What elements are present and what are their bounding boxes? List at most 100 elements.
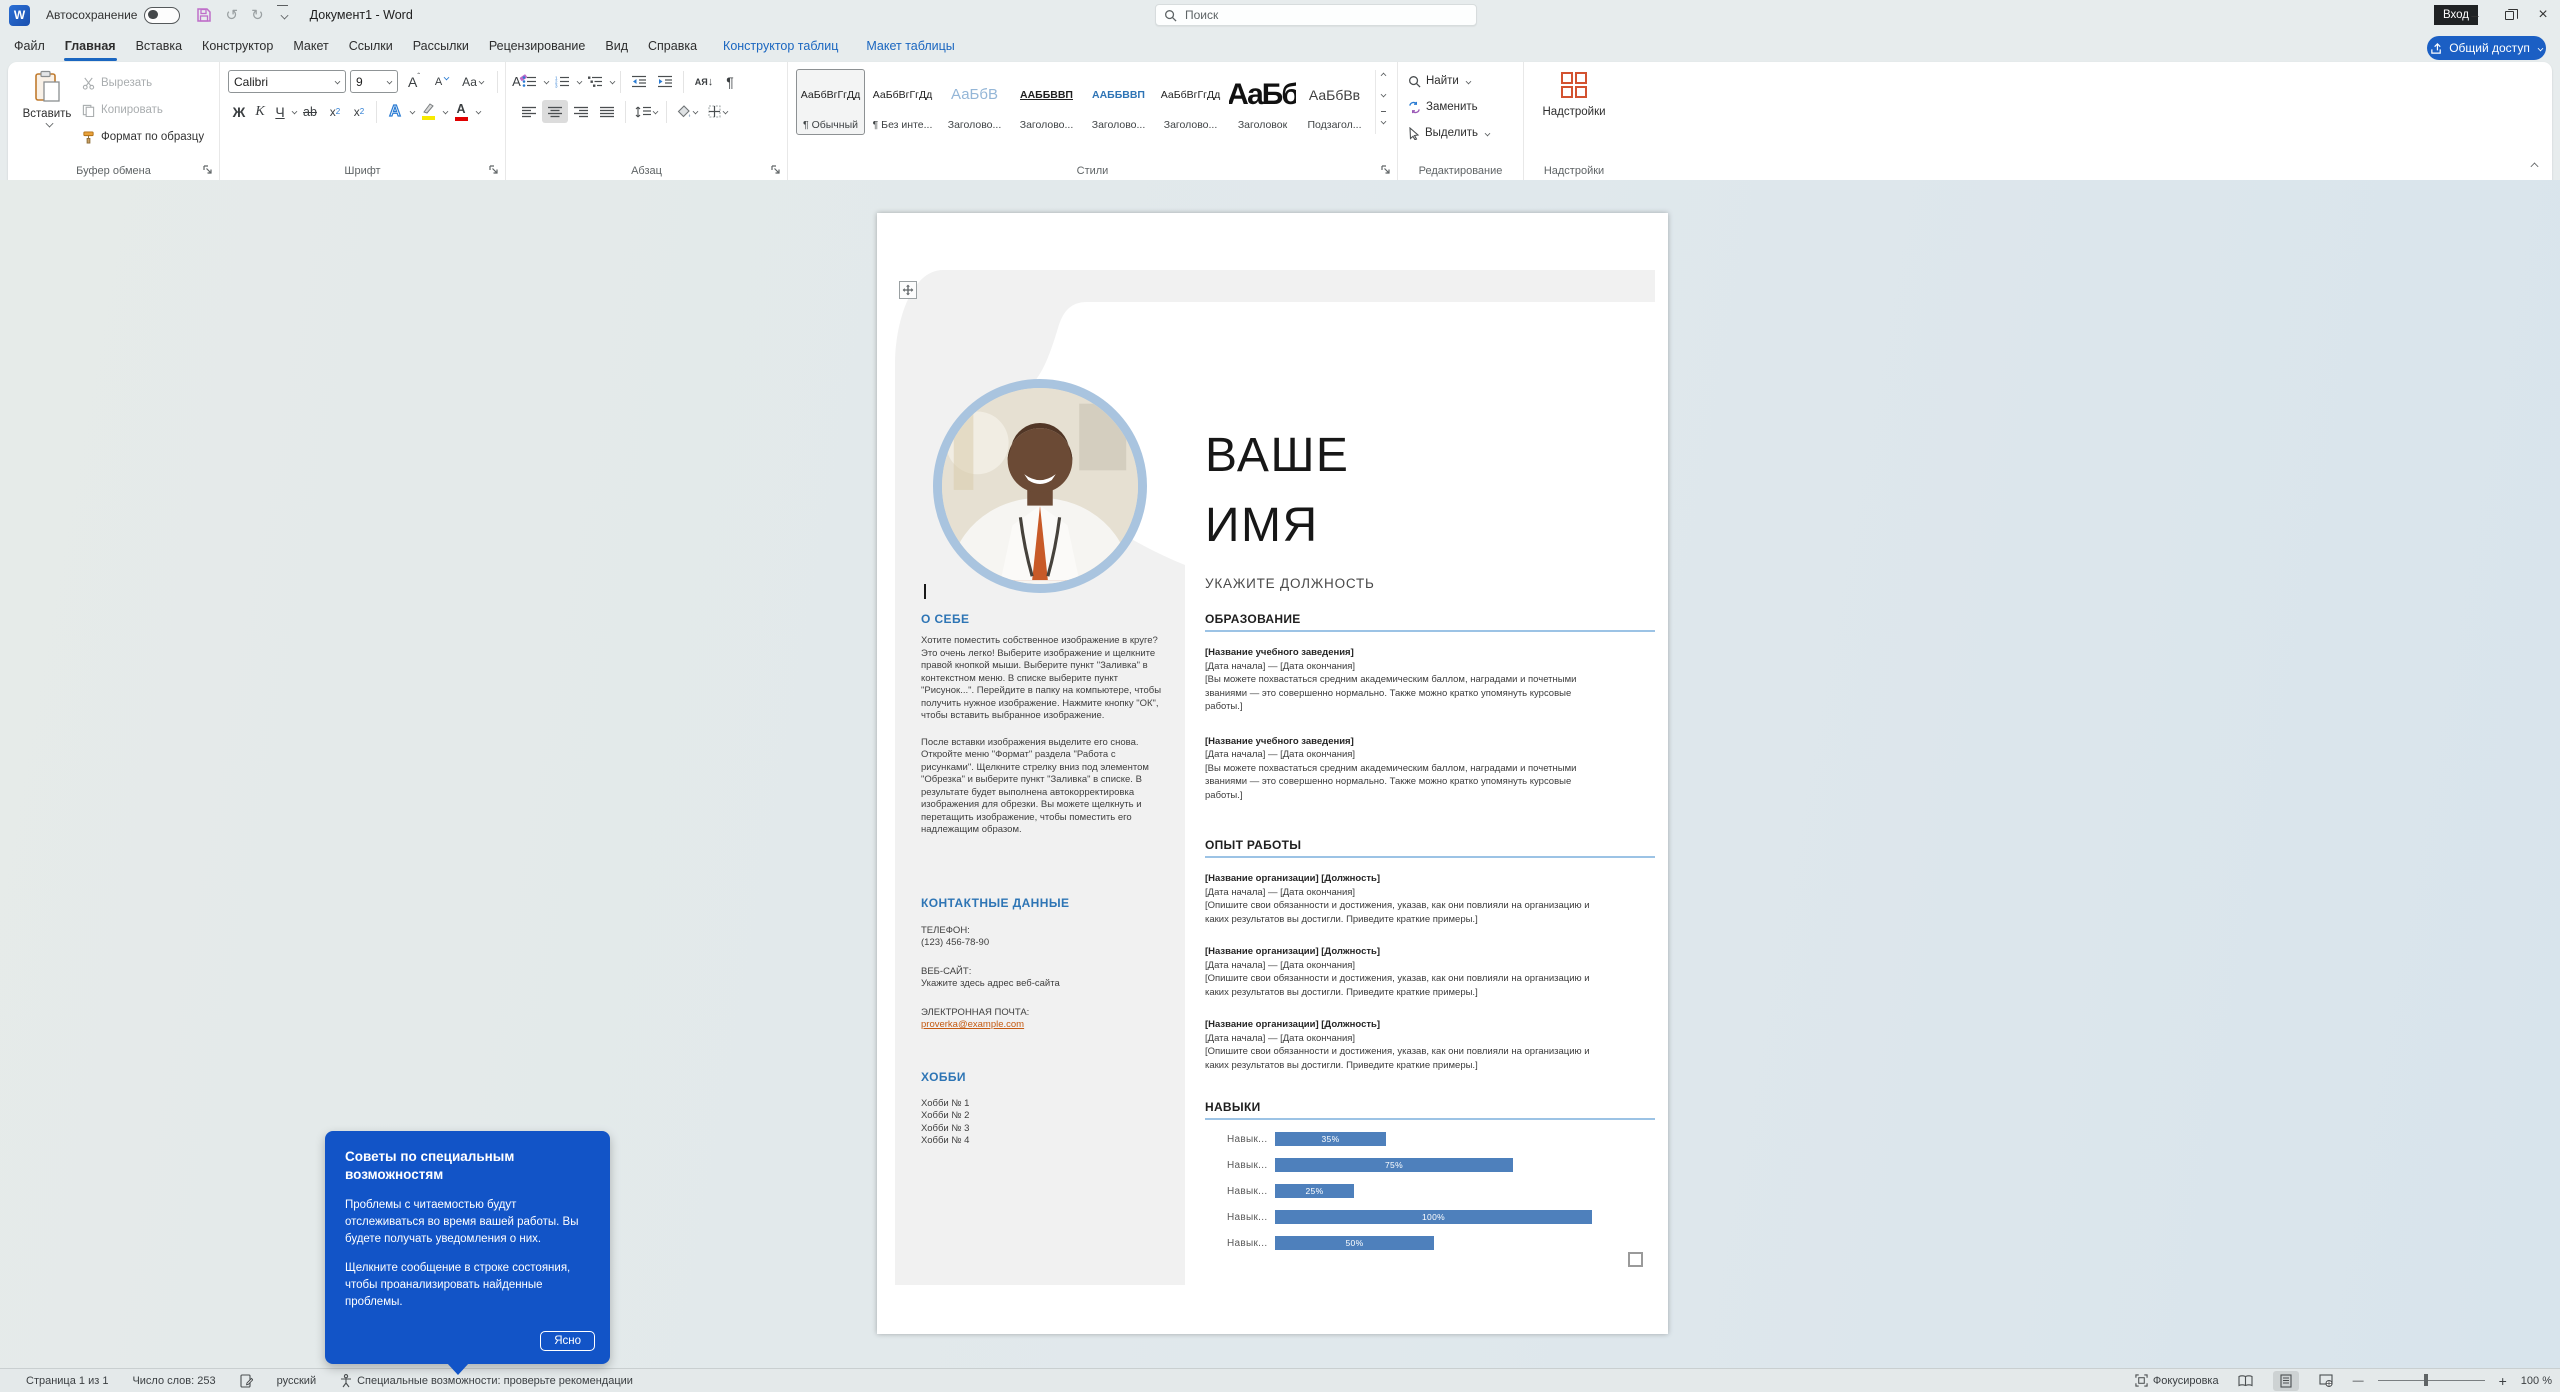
shrink-font-button[interactable]: А xyxy=(430,70,454,93)
tab-mailings[interactable]: Рассылки xyxy=(403,30,479,62)
bold-button[interactable]: Ж xyxy=(228,100,250,123)
education-heading[interactable]: ОБРАЗОВАНИЕ xyxy=(1205,612,1655,632)
hobby-item[interactable]: Хобби № 1 xyxy=(921,1098,1169,1111)
font-color-button[interactable]: А xyxy=(448,100,474,123)
style-no-spacing[interactable]: АаБбВгГгДд ¶ Без инте... xyxy=(868,69,937,135)
font-family-select[interactable]: Calibri xyxy=(228,70,346,93)
increase-indent-button[interactable] xyxy=(652,70,678,93)
minimize-button[interactable]: – xyxy=(2458,0,2492,30)
save-icon[interactable] xyxy=(196,7,212,23)
dialog-launcher-icon[interactable] xyxy=(488,164,500,176)
zoom-slider-thumb[interactable] xyxy=(2424,1374,2429,1386)
align-left-button[interactable] xyxy=(516,100,542,123)
tab-table-layout[interactable]: Макет таблицы xyxy=(856,30,964,62)
replace-button[interactable]: Заменить xyxy=(1408,96,1490,118)
profile-photo[interactable] xyxy=(933,379,1147,593)
sort-button[interactable]: АЯ↓ xyxy=(689,70,719,93)
autosave-toggle[interactable] xyxy=(144,7,180,24)
hobby-item[interactable]: Хобби № 4 xyxy=(921,1135,1169,1148)
tab-home[interactable]: Главная xyxy=(55,30,126,62)
strikethrough-button[interactable]: ab xyxy=(297,100,323,123)
about-paragraph-1[interactable]: Хотите поместить собственное изображение… xyxy=(921,635,1169,723)
contact-heading[interactable]: КОНТАКТНЫЕ ДАННЫЕ xyxy=(921,896,1169,910)
format-painter-button[interactable]: Формат по образцу xyxy=(82,126,204,148)
underline-button[interactable]: Ч xyxy=(270,100,290,123)
skills-heading[interactable]: НАВЫКИ xyxy=(1205,1100,1655,1120)
skills-chart[interactable]: Навык... 35% Навык... 75% Навык... 25% Н… xyxy=(1205,1132,1655,1250)
style-heading3[interactable]: ААББВВП Заголово... xyxy=(1084,69,1153,135)
italic-button[interactable]: К xyxy=(250,100,270,123)
website-label[interactable]: ВЕБ-САЙТ: xyxy=(921,966,1169,979)
education-entry[interactable]: [Название учебного заведения] [Дата нача… xyxy=(1205,646,1597,714)
experience-entry[interactable]: [Название организации] [Должность] [Дата… xyxy=(1205,872,1597,926)
dialog-launcher-icon[interactable] xyxy=(1380,164,1392,176)
copy-button[interactable]: Копировать xyxy=(82,99,204,121)
hobbies-heading[interactable]: ХОББИ xyxy=(921,1070,1169,1084)
focus-mode-button[interactable]: Фокусировка xyxy=(2135,1374,2219,1387)
document-page[interactable]: О СЕБЕ Хотите поместить собственное изоб… xyxy=(877,213,1668,1334)
select-button[interactable]: Выделить xyxy=(1408,122,1490,144)
zoom-level[interactable]: 100 % xyxy=(2521,1375,2552,1387)
word-logo-icon[interactable]: W xyxy=(9,5,30,26)
word-count[interactable]: Число слов: 253 xyxy=(132,1375,215,1387)
customize-qat-icon[interactable] xyxy=(277,5,288,25)
redo-icon[interactable]: ↻ xyxy=(251,8,264,23)
web-layout-button[interactable] xyxy=(2313,1371,2339,1391)
resume-job-title[interactable]: УКАЖИТЕ ДОЛЖНОСТЬ xyxy=(1205,576,1375,591)
tab-view[interactable]: Вид xyxy=(595,30,638,62)
text-effects-button[interactable]: А xyxy=(382,100,408,123)
zoom-slider[interactable] xyxy=(2378,1380,2485,1382)
experience-heading[interactable]: ОПЫТ РАБОТЫ xyxy=(1205,838,1655,858)
experience-entry[interactable]: [Название организации] [Должность] [Дата… xyxy=(1205,945,1597,999)
dialog-launcher-icon[interactable] xyxy=(770,164,782,176)
font-color-options-icon[interactable] xyxy=(476,109,482,115)
zoom-in-button[interactable]: + xyxy=(2499,1373,2507,1389)
zoom-out-button[interactable]: — xyxy=(2353,1375,2364,1387)
hobby-item[interactable]: Хобби № 3 xyxy=(921,1123,1169,1136)
cut-button[interactable]: Вырезать xyxy=(82,72,204,94)
addins-button[interactable]: Надстройки xyxy=(1524,70,1624,118)
tab-file[interactable]: Файл xyxy=(4,30,55,62)
table-resize-handle[interactable] xyxy=(1628,1252,1643,1267)
website-value[interactable]: Укажите здесь адрес веб-сайта xyxy=(921,978,1169,991)
decrease-indent-button[interactable] xyxy=(626,70,652,93)
collapse-ribbon-icon[interactable] xyxy=(2531,163,2539,171)
shading-button[interactable] xyxy=(672,100,702,123)
borders-button[interactable] xyxy=(702,100,734,123)
tab-insert[interactable]: Вставка xyxy=(126,30,192,62)
tab-table-design[interactable]: Конструктор таблиц xyxy=(713,30,848,62)
style-heading2[interactable]: ААББВВП Заголово... xyxy=(1012,69,1081,135)
find-button[interactable]: Найти xyxy=(1408,70,1490,92)
style-heading4[interactable]: АаБбВгГгДд Заголово... xyxy=(1156,69,1225,135)
table-move-handle[interactable] xyxy=(899,281,917,299)
accessibility-status[interactable]: Специальные возможности: проверьте реком… xyxy=(340,1374,633,1388)
scroll-down-icon[interactable] xyxy=(1381,92,1387,98)
about-heading[interactable]: О СЕБЕ xyxy=(921,612,1169,626)
tab-design[interactable]: Конструктор xyxy=(192,30,283,62)
phone-label[interactable]: ТЕЛЕФОН: xyxy=(921,925,1169,938)
tab-layout[interactable]: Макет xyxy=(283,30,338,62)
share-button[interactable]: Общий доступ xyxy=(2427,36,2546,60)
style-title[interactable]: АаБб Заголовок xyxy=(1228,69,1297,135)
style-normal[interactable]: АаБбВгГгДд ¶ Обычный xyxy=(796,69,865,135)
popup-ok-button[interactable]: Ясно xyxy=(540,1331,595,1351)
experience-entry[interactable]: [Название организации] [Должность] [Дата… xyxy=(1205,1018,1597,1072)
align-center-button[interactable] xyxy=(542,100,568,123)
tab-references[interactable]: Ссылки xyxy=(339,30,403,62)
gallery-expand-icon[interactable] xyxy=(1381,111,1386,131)
scroll-up-icon[interactable] xyxy=(1381,73,1387,79)
multilevel-options-icon[interactable] xyxy=(610,79,616,85)
resume-name[interactable]: ВАШЕ ИМЯ xyxy=(1205,421,1349,561)
tab-help[interactable]: Справка xyxy=(638,30,707,62)
justify-button[interactable] xyxy=(594,100,620,123)
hobby-item[interactable]: Хобби № 2 xyxy=(921,1110,1169,1123)
highlight-button[interactable] xyxy=(415,100,441,123)
style-heading1[interactable]: АаБбВ Заголово... xyxy=(940,69,1009,135)
restore-button[interactable] xyxy=(2492,0,2526,30)
font-size-select[interactable]: 9 xyxy=(350,70,398,93)
subscript-button[interactable]: x2 xyxy=(323,100,347,123)
grow-font-button[interactable]: Аˆ xyxy=(402,70,426,93)
show-marks-button[interactable]: ¶ xyxy=(719,70,741,93)
read-mode-button[interactable] xyxy=(2233,1371,2259,1391)
email-link[interactable]: proverka@example.com xyxy=(921,1019,1169,1032)
